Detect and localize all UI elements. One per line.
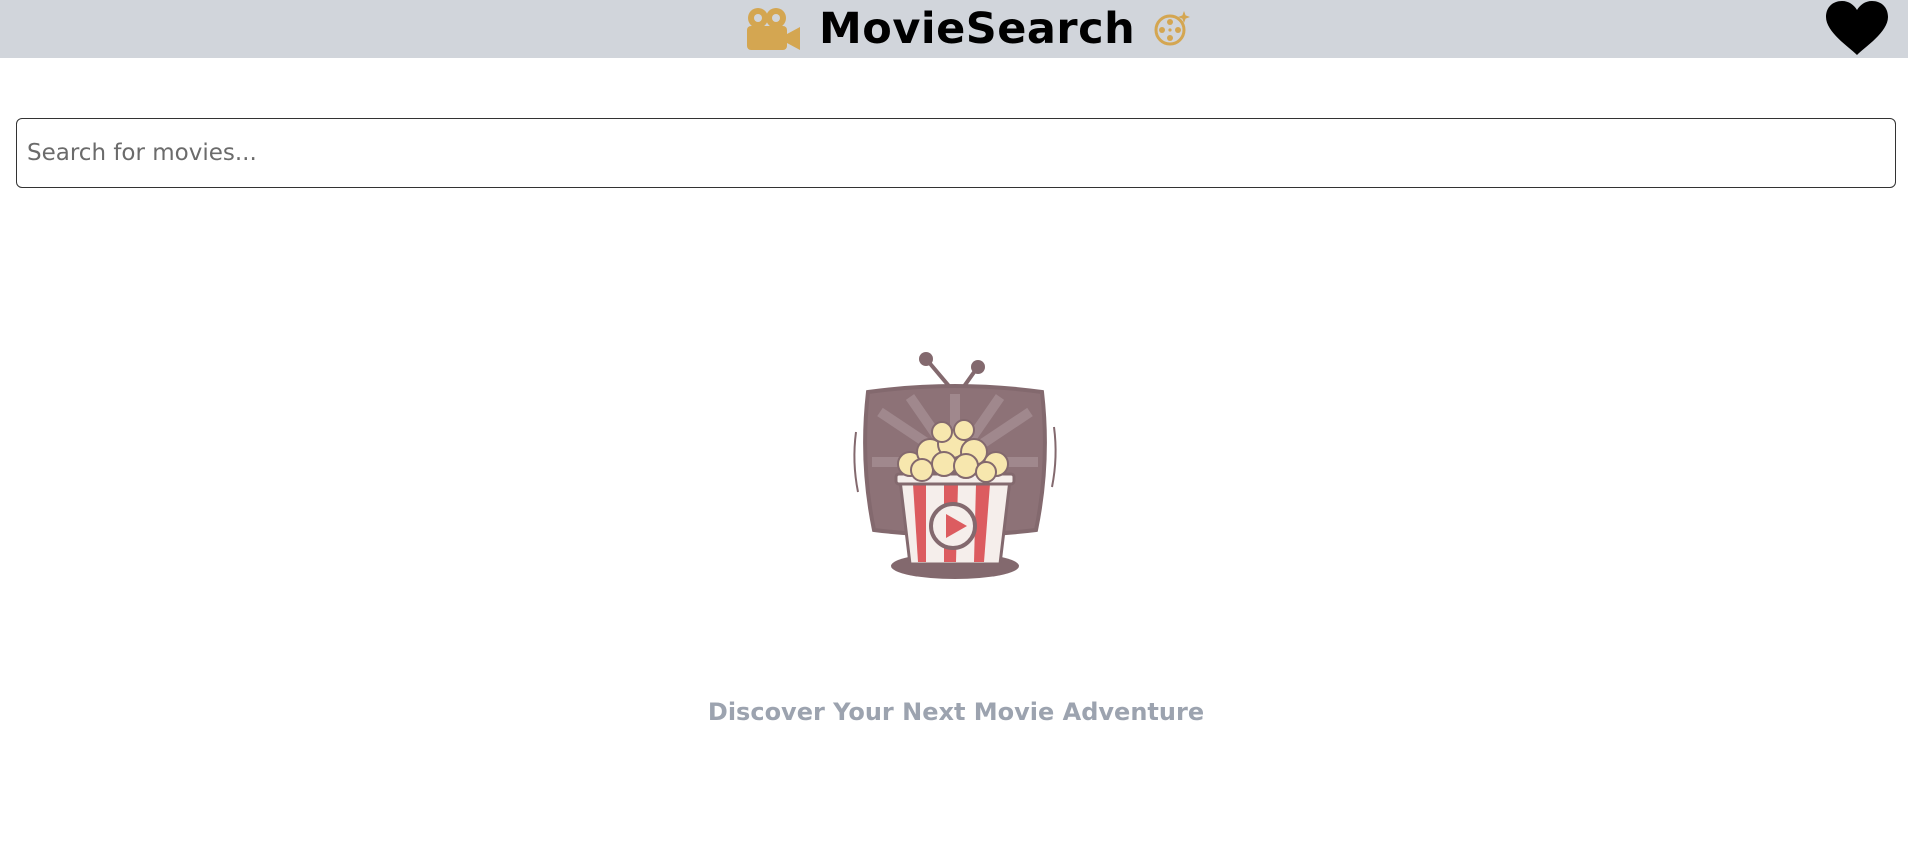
heart-icon [1823, 0, 1891, 58]
empty-state-illustration [850, 352, 1060, 584]
app-title: MovieSearch [819, 4, 1136, 54]
search-bar [16, 118, 1896, 188]
brand: MovieSearch [745, 0, 1191, 58]
popcorn-tv-icon [850, 352, 1060, 584]
video-camera-icon [745, 6, 801, 52]
empty-state-message: Discover Your Next Movie Adventure [707, 698, 1205, 726]
favorites-button[interactable] [1823, 0, 1891, 58]
app-header: MovieSearch [0, 0, 1908, 58]
film-reel-sparkle-icon [1153, 11, 1191, 47]
search-input[interactable] [16, 118, 1896, 188]
